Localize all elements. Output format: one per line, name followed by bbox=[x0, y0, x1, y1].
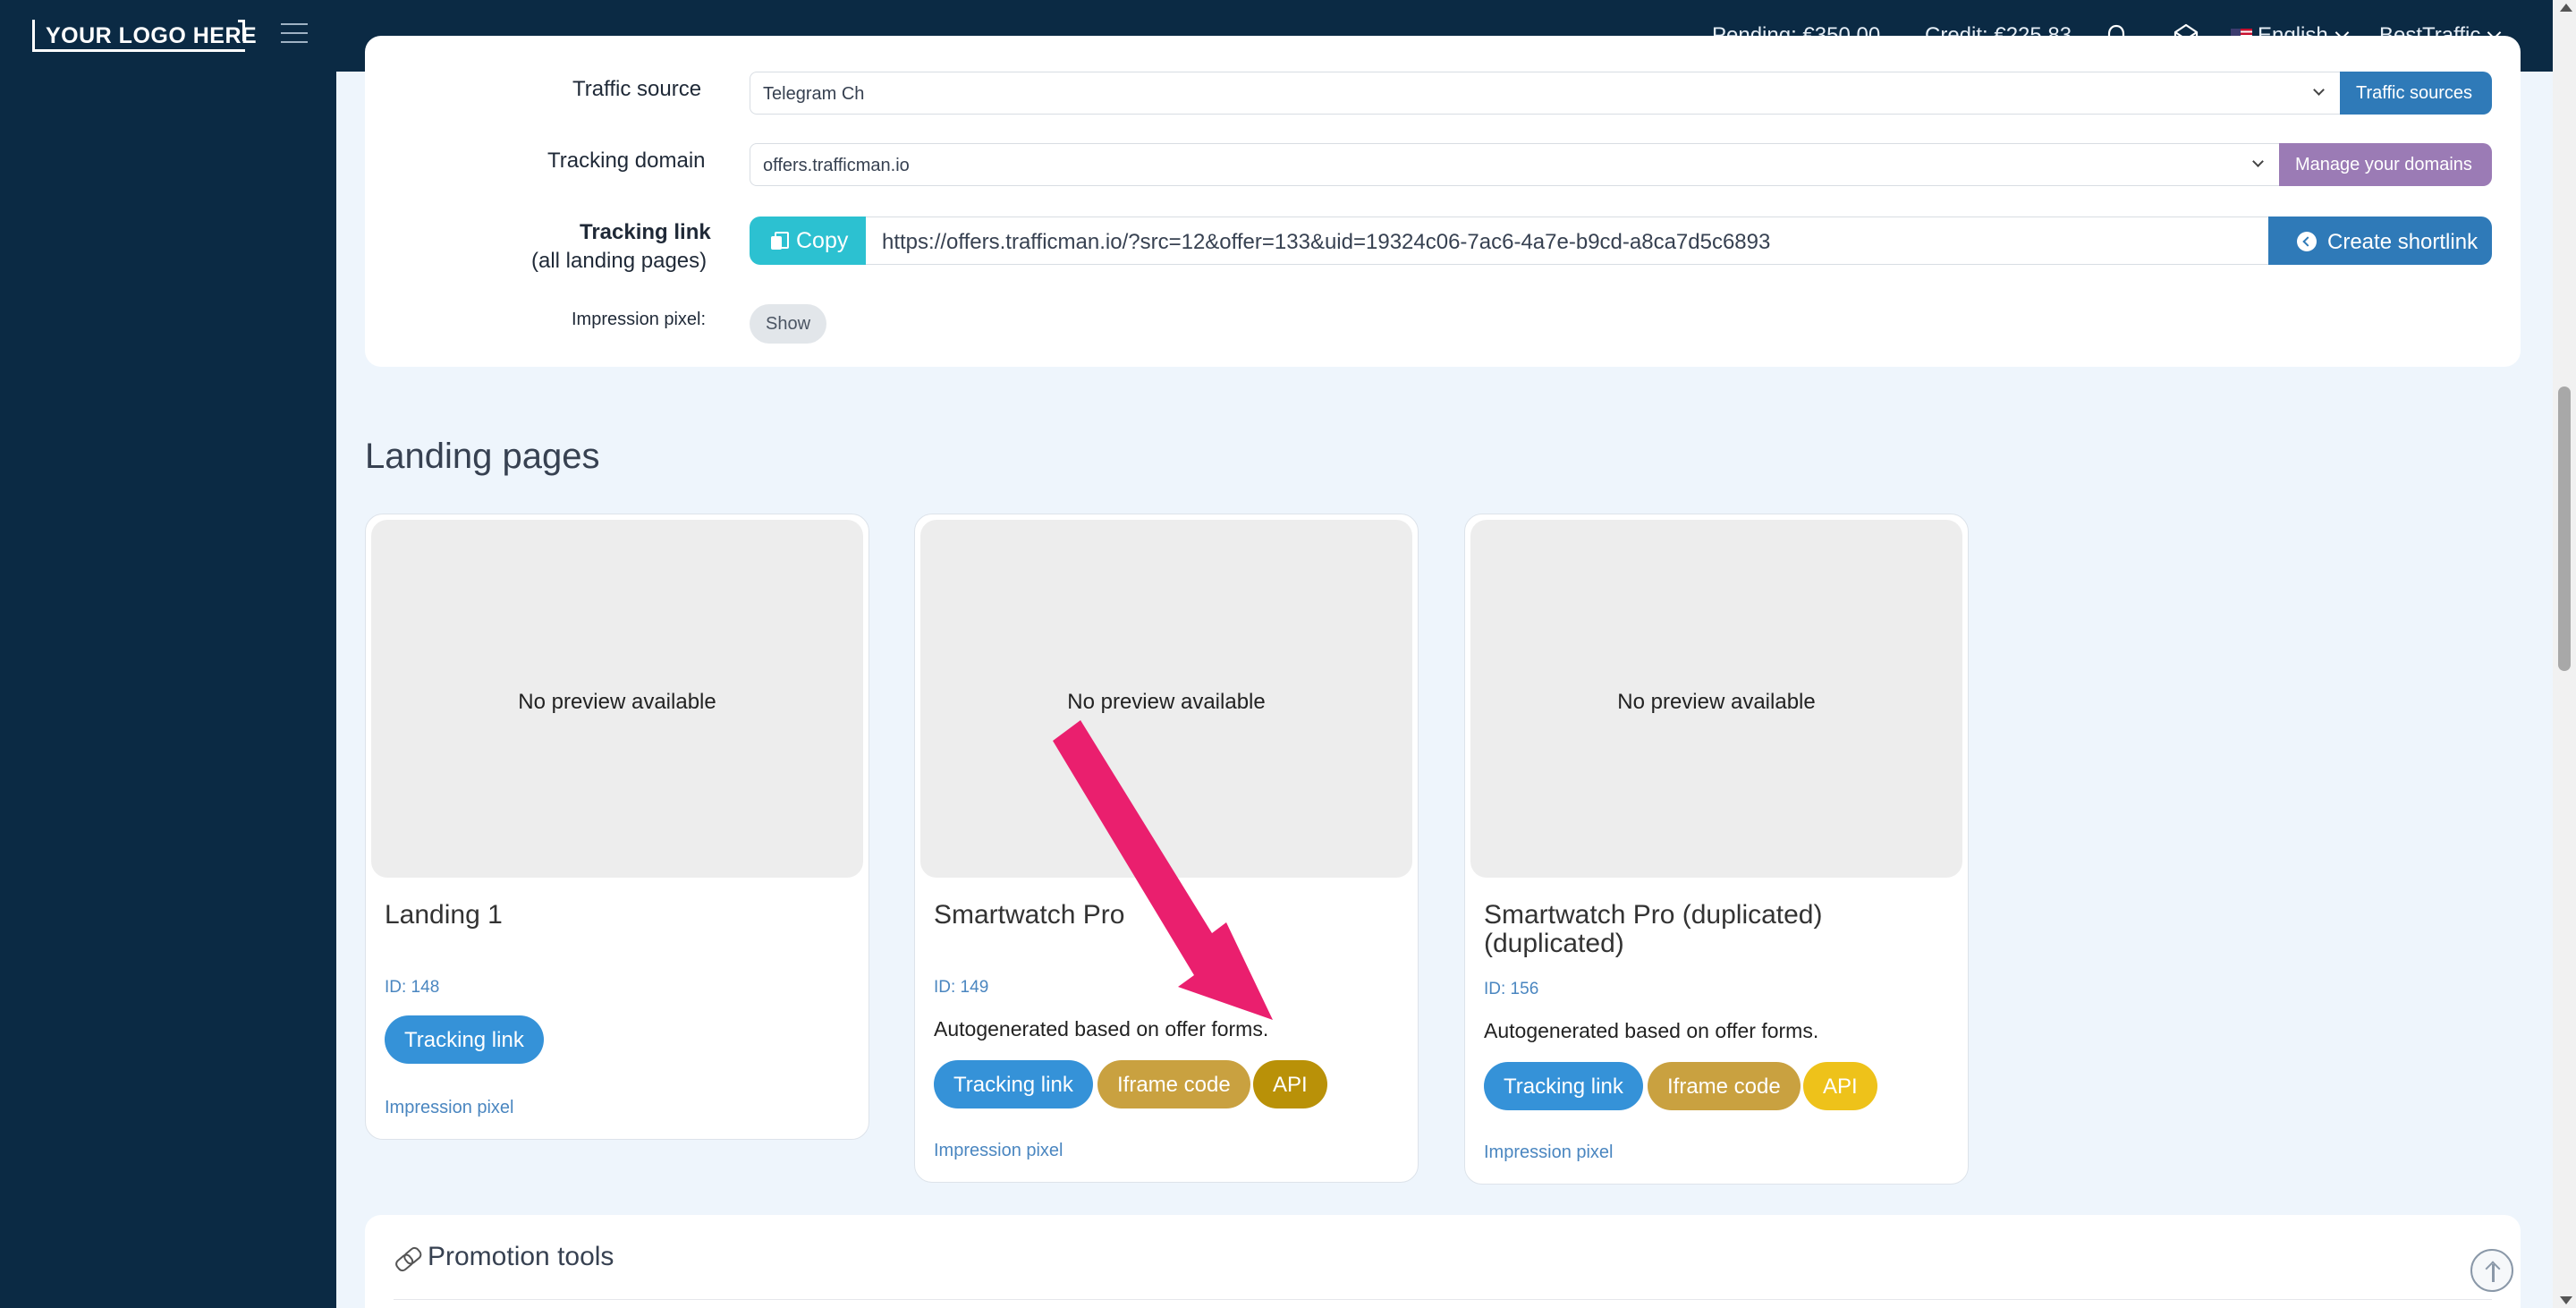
show-impression-pixel-button[interactable]: Show bbox=[750, 304, 826, 344]
no-preview-text: No preview available bbox=[518, 690, 716, 714]
tracking-domain-value: offers.trafficman.io bbox=[763, 156, 910, 175]
tracking-domain-select[interactable]: offers.trafficman.io bbox=[750, 143, 2281, 186]
api-button[interactable]: API bbox=[1803, 1062, 1877, 1110]
traffic-source-value: Telegram Ch bbox=[763, 84, 865, 104]
landing-page-card: No preview available Smartwatch Pro (dup… bbox=[1464, 514, 1969, 1185]
tracking-link-label: Tracking link bbox=[580, 220, 711, 244]
divider bbox=[394, 1299, 2492, 1300]
promotion-tools-title[interactable]: Promotion tools bbox=[394, 1242, 614, 1272]
tracking-link-button[interactable]: Tracking link bbox=[934, 1060, 1093, 1108]
landing-description: Autogenerated based on offer forms. bbox=[934, 1017, 1269, 1040]
create-shortlink-button[interactable]: Create shortlink bbox=[2268, 217, 2492, 265]
scroll-up-arrow-icon[interactable] bbox=[2560, 4, 2572, 12]
scrollbar-thumb[interactable] bbox=[2558, 386, 2571, 671]
landing-preview[interactable]: No preview available bbox=[371, 520, 863, 878]
landing-preview[interactable]: No preview available bbox=[1470, 520, 1962, 878]
traffic-source-select[interactable]: Telegram Ch bbox=[750, 72, 2342, 115]
landing-id: ID: 156 bbox=[1484, 980, 1539, 998]
landing-name: Smartwatch Pro (duplicated) (duplicated) bbox=[1484, 900, 1823, 958]
link-icon bbox=[392, 1244, 423, 1273]
create-shortlink-label: Create shortlink bbox=[2327, 230, 2479, 254]
tracking-link-field[interactable]: https://offers.trafficman.io/?src=12&off… bbox=[866, 217, 2270, 265]
iframe-code-button[interactable]: Iframe code bbox=[1097, 1060, 1250, 1108]
copy-icon bbox=[771, 232, 789, 250]
impression-pixel-label: Impression pixel: bbox=[572, 310, 707, 329]
promotion-tools-card: Promotion tools bbox=[365, 1215, 2521, 1308]
tracking-domain-label: Tracking domain bbox=[547, 149, 706, 173]
impression-pixel-link[interactable]: Impression pixel bbox=[1484, 1142, 1614, 1163]
chevron-down-icon bbox=[2252, 156, 2264, 167]
landing-page-card: No preview available Landing 1 ID: 148 T… bbox=[365, 514, 869, 1140]
chevron-down-icon bbox=[2313, 84, 2325, 96]
landing-id: ID: 148 bbox=[385, 978, 440, 997]
landing-name: Smartwatch Pro bbox=[934, 900, 1125, 930]
copy-button-label: Copy bbox=[796, 228, 849, 253]
logo[interactable]: YOUR LOGO HERE bbox=[32, 20, 257, 52]
landing-name: Landing 1 bbox=[385, 900, 503, 930]
page-scrollbar[interactable] bbox=[2553, 0, 2576, 1308]
sidebar bbox=[0, 72, 336, 1308]
manage-domains-button[interactable]: Manage your domains bbox=[2279, 143, 2492, 186]
traffic-source-label: Traffic source bbox=[572, 77, 702, 101]
landing-preview[interactable]: No preview available bbox=[920, 520, 1412, 878]
logo-text: YOUR LOGO HERE bbox=[46, 23, 258, 48]
impression-pixel-link[interactable]: Impression pixel bbox=[934, 1141, 1063, 1161]
impression-pixel-link[interactable]: Impression pixel bbox=[385, 1098, 514, 1118]
tracking-link-sublabel: (all landing pages) bbox=[531, 249, 708, 273]
hamburger-icon[interactable] bbox=[281, 23, 308, 45]
landing-id: ID: 149 bbox=[934, 978, 989, 997]
landing-description: Autogenerated based on offer forms. bbox=[1484, 1019, 1819, 1042]
promotion-tools-label: Promotion tools bbox=[428, 1242, 614, 1271]
shortlink-icon bbox=[2297, 232, 2317, 251]
arrow-up-icon[interactable] bbox=[2470, 1249, 2513, 1292]
landing-pages-title: Landing pages bbox=[365, 437, 600, 476]
api-button[interactable]: API bbox=[1253, 1060, 1327, 1108]
scroll-down-arrow-icon[interactable] bbox=[2560, 1296, 2572, 1304]
no-preview-text: No preview available bbox=[1067, 690, 1266, 714]
iframe-code-button[interactable]: Iframe code bbox=[1648, 1062, 1801, 1110]
landing-page-card: No preview available Smartwatch Pro ID: … bbox=[914, 514, 1419, 1183]
no-preview-text: No preview available bbox=[1617, 690, 1816, 714]
traffic-sources-button[interactable]: Traffic sources bbox=[2340, 72, 2492, 115]
tracking-link-button[interactable]: Tracking link bbox=[385, 1015, 544, 1064]
tracking-link-button[interactable]: Tracking link bbox=[1484, 1062, 1643, 1110]
copy-button[interactable]: Copy bbox=[750, 217, 866, 265]
